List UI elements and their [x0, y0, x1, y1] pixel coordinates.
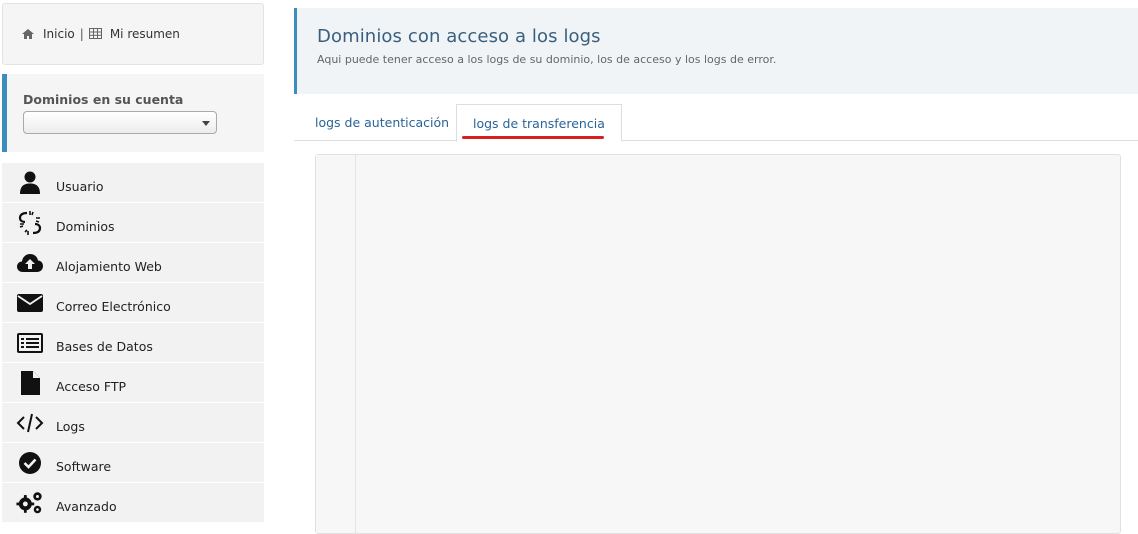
sidebar-item-acceso-ftp[interactable]: Acceso FTP	[2, 363, 264, 403]
user-icon	[16, 169, 44, 197]
sidebar-item-label: Usuario	[56, 178, 104, 194]
domain-selector-panel: Dominios en su cuenta	[2, 74, 264, 152]
home-icon[interactable]	[21, 28, 35, 40]
line-number-gutter	[316, 155, 356, 533]
sidebar-item-label: Software	[56, 458, 112, 474]
breadcrumb-home-link[interactable]: Inicio	[43, 27, 75, 41]
sidebar-item-label: Dominios	[56, 218, 115, 234]
page-subtitle: Aqui puede tener acceso a los logs de su…	[317, 53, 777, 66]
sidebar-item-label: Acceso FTP	[56, 378, 127, 394]
breadcrumb-summary-link[interactable]: Mi resumen	[110, 27, 180, 41]
check-circle-icon	[16, 449, 44, 477]
tab-label: logs de autenticación	[315, 115, 450, 130]
broken-link-icon	[16, 209, 44, 237]
sidebar-item-label: Logs	[56, 418, 85, 434]
sidebar-item-avanzado[interactable]: Avanzado	[2, 483, 264, 523]
tab-logs-autenticacion[interactable]: logs de autenticación	[298, 104, 465, 141]
sidebar-menu: Usuario Dominios Alojamiento Web Correo …	[2, 163, 264, 523]
domain-selector-title: Dominios en su cuenta	[23, 92, 184, 107]
envelope-icon	[16, 289, 44, 317]
sidebar-item-dominios[interactable]: Dominios	[2, 203, 264, 243]
file-icon	[16, 369, 44, 397]
caret-down-icon	[202, 121, 210, 126]
sidebar-item-label: Bases de Datos	[56, 338, 153, 354]
tab-label: logs de transferencia	[473, 115, 605, 131]
sidebar-item-alojamiento-web[interactable]: Alojamiento Web	[2, 243, 264, 283]
sidebar-item-label: Avanzado	[56, 498, 117, 514]
domain-select[interactable]	[23, 111, 217, 134]
breadcrumb-separator: |	[79, 27, 84, 41]
sidebar-item-label: Correo Electrónico	[56, 298, 171, 314]
sidebar-item-label: Alojamiento Web	[56, 258, 162, 274]
gears-icon	[16, 489, 44, 517]
page-header: Dominios con acceso a los logs Aqui pued…	[294, 8, 1138, 94]
active-tab-underline	[462, 136, 604, 139]
main-content: Dominios con acceso a los logs Aqui pued…	[294, 8, 1138, 534]
sidebar-item-bases-de-datos[interactable]: Bases de Datos	[2, 323, 264, 363]
sidebar: Inicio | Mi resumen Dominios en su cuent…	[2, 3, 264, 523]
sidebar-item-correo[interactable]: Correo Electrónico	[2, 283, 264, 323]
page-title: Dominios con acceso a los logs	[317, 26, 601, 47]
cloud-upload-icon	[16, 249, 44, 277]
sidebar-item-logs[interactable]: Logs	[2, 403, 264, 443]
log-tabs: logs de autenticación logs de transferen…	[294, 104, 1138, 142]
table-icon	[88, 28, 103, 40]
log-viewer[interactable]	[315, 154, 1121, 534]
breadcrumb: Inicio | Mi resumen	[2, 3, 264, 65]
code-icon	[16, 409, 44, 437]
list-box-icon	[16, 329, 44, 357]
sidebar-item-usuario[interactable]: Usuario	[2, 163, 264, 203]
sidebar-item-software[interactable]: Software	[2, 443, 264, 483]
